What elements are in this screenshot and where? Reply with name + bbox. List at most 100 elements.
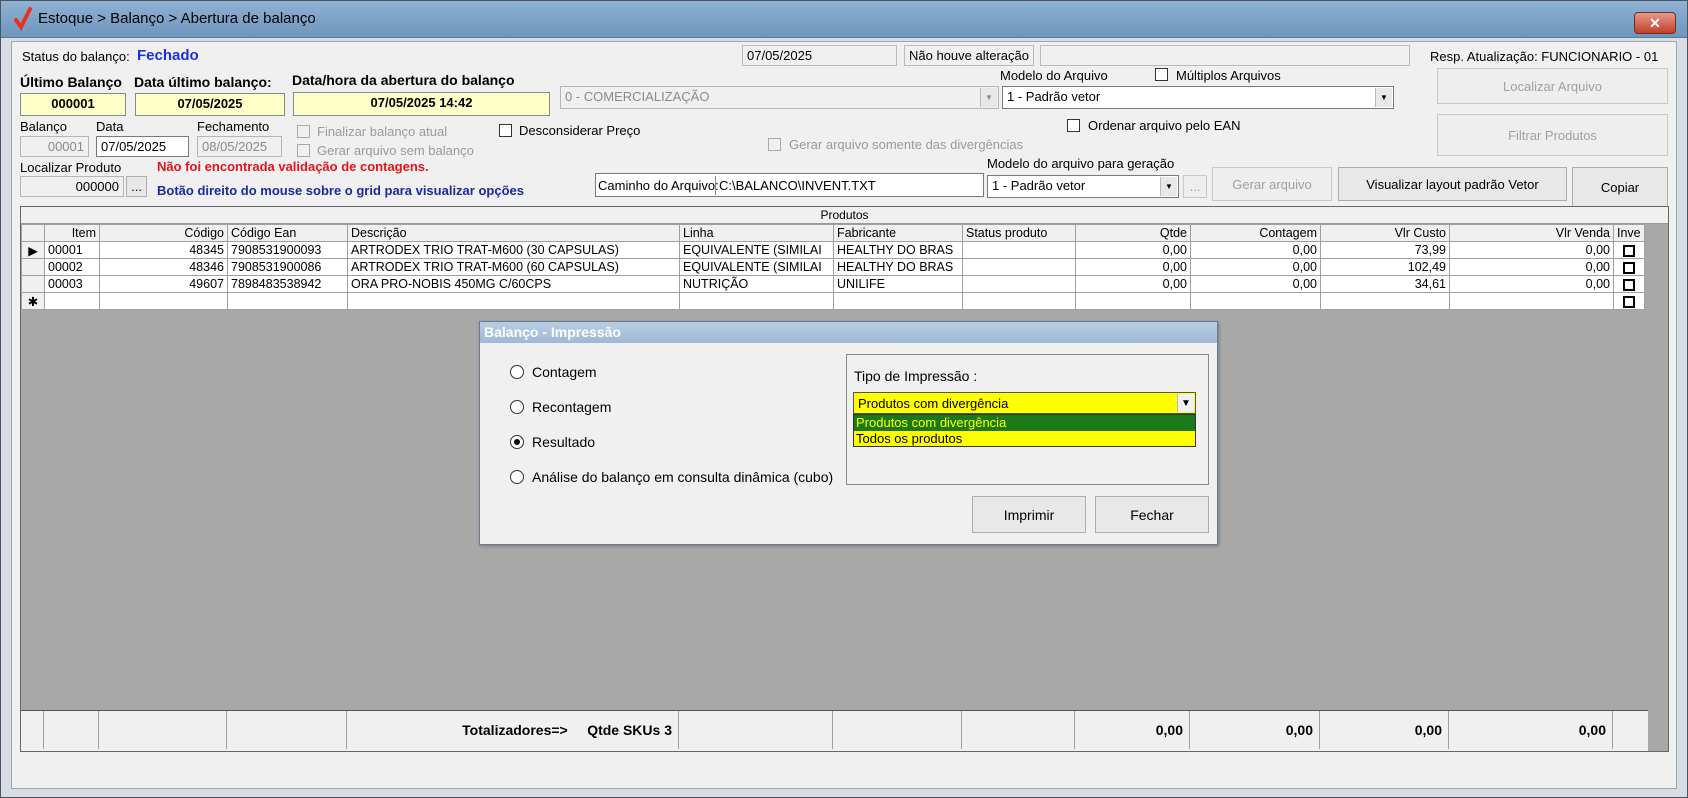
cell[interactable]: HEALTHY DO BRAS [833,241,963,259]
cell[interactable]: ORA PRO-NOBIS 450MG C/60CPS [347,275,680,293]
table-row[interactable]: ▶ 00001 48345 7908531900093 ARTRODEX TRI… [21,241,1645,259]
grid-header-row: Item Código Código Ean Descrição Linha F… [21,224,1645,242]
cell[interactable] [962,241,1076,259]
multiplos-arquivos-checkbox[interactable] [1155,68,1168,81]
cell[interactable]: 7908531900086 [227,258,348,276]
cell[interactable] [347,292,680,310]
cell[interactable]: 0,00 [1190,275,1321,293]
modelo-arquivo-combo[interactable]: 1 - Padrão vetor ▼ [1002,86,1394,109]
modelo-geracao-combo[interactable]: 1 - Padrão vetor ▼ [987,175,1179,198]
cell[interactable]: 48345 [99,241,228,259]
cell[interactable]: ARTRODEX TRIO TRAT-M600 (60 CAPSULAS) [347,258,680,276]
cell[interactable]: 00003 [44,275,100,293]
dropdown-option[interactable]: Todos os produtos [854,431,1195,447]
cell[interactable]: UNILIFE [833,275,963,293]
cell[interactable] [679,292,834,310]
copiar-button[interactable]: Copiar [1572,167,1668,207]
cell[interactable]: HEALTHY DO BRAS [833,258,963,276]
modelo-geracao-browse-button[interactable]: ... [1183,175,1207,198]
cell[interactable]: 102,49 [1320,258,1450,276]
table-row[interactable]: 00003 49607 7898483538942 ORA PRO-NOBIS … [21,275,1645,293]
column-header[interactable]: Contagem [1190,224,1321,242]
table-row[interactable]: 00002 48346 7908531900086 ARTRODEX TRIO … [21,258,1645,276]
caminho-arquivo-value[interactable]: C:\BALANCO\INVENT.TXT [715,176,982,195]
inventario-checkbox[interactable] [1622,295,1635,308]
resultado-radio[interactable] [510,435,524,449]
gerar-arquivo-button[interactable]: Gerar arquivo [1212,167,1332,201]
cell[interactable] [99,292,228,310]
inventario-checkbox[interactable] [1622,261,1635,274]
localizar-produto-field[interactable]: 000000 [20,176,124,197]
cell[interactable]: 0,00 [1190,258,1321,276]
analise-cubo-radio[interactable] [510,470,524,484]
imprimir-button[interactable]: Imprimir [972,496,1086,533]
cell[interactable] [1075,292,1191,310]
dropdown-option[interactable]: Produtos com divergência [854,415,1195,431]
localizar-produto-button[interactable]: ... [126,176,147,197]
inventario-checkbox[interactable] [1622,244,1635,257]
cell[interactable]: 7898483538942 [227,275,348,293]
cell[interactable]: ARTRODEX TRIO TRAT-M600 (30 CAPSULAS) [347,241,680,259]
cell[interactable] [1449,292,1614,310]
cell[interactable] [962,275,1076,293]
cell[interactable]: 7908531900093 [227,241,348,259]
cell[interactable] [1190,292,1321,310]
finalizar-checkbox[interactable] [297,125,310,138]
modelo-geracao-value: 1 - Padrão vetor [992,178,1086,193]
column-header[interactable]: Qtde [1075,224,1191,242]
visualizar-layout-button[interactable]: Visualizar layout padrão Vetor [1338,167,1567,201]
cell[interactable]: 0,00 [1449,258,1614,276]
column-header[interactable]: Descrição [347,224,680,242]
gerar-sem-balanco-checkbox[interactable] [297,144,310,157]
close-button[interactable]: ✕ [1634,12,1676,34]
desconsiderar-preco-checkbox[interactable] [499,124,512,137]
cell[interactable]: EQUIVALENTE (SIMILAI [679,241,834,259]
column-header[interactable]: Vlr Venda [1449,224,1614,242]
cell[interactable]: 34,61 [1320,275,1450,293]
column-header[interactable]: Fabricante [833,224,963,242]
localizar-arquivo-button[interactable]: Localizar Arquivo [1437,68,1668,104]
cell[interactable]: 0,00 [1449,241,1614,259]
fechar-button[interactable]: Fechar [1095,496,1209,533]
cell[interactable]: EQUIVALENTE (SIMILAI [679,258,834,276]
balanco-field: 00001 [20,136,89,157]
cell[interactable]: 00002 [44,258,100,276]
cell[interactable] [833,292,963,310]
column-header[interactable]: Inve [1613,224,1645,242]
column-header[interactable]: Código Ean [227,224,348,242]
contagem-radio[interactable] [510,365,524,379]
column-header[interactable]: Status produto [962,224,1076,242]
tipo-balanco-combo[interactable]: 0 - COMERCIALIZAÇÃO ▼ [560,86,999,109]
ordenar-ean-checkbox[interactable] [1067,119,1080,132]
cell[interactable]: 0,00 [1075,241,1191,259]
cell[interactable] [1320,292,1450,310]
column-header[interactable]: Vlr Custo [1320,224,1450,242]
cell[interactable]: 0,00 [1075,275,1191,293]
status-label: Status do balanço: [22,49,130,64]
cell[interactable]: 0,00 [1449,275,1614,293]
cell[interactable]: 00001 [44,241,100,259]
cell[interactable] [44,292,100,310]
filtrar-produtos-button[interactable]: Filtrar Produtos [1437,114,1668,156]
column-header[interactable]: Linha [679,224,834,242]
cell[interactable] [962,292,1076,310]
cell[interactable] [227,292,348,310]
totals-cell [21,711,44,749]
data-field[interactable]: 07/05/2025 [96,136,189,157]
grid-caption: Produtos [21,207,1668,224]
chevron-down-icon[interactable]: ▼ [1177,394,1194,412]
cell[interactable]: 73,99 [1320,241,1450,259]
cell[interactable]: 0,00 [1075,258,1191,276]
gerar-divergencias-checkbox[interactable] [768,138,781,151]
column-header[interactable]: Código [99,224,228,242]
cell[interactable]: 0,00 [1190,241,1321,259]
column-header[interactable]: Item [44,224,100,242]
cell[interactable]: 49607 [99,275,228,293]
recontagem-radio[interactable] [510,400,524,414]
cell[interactable]: 48346 [99,258,228,276]
tipo-impressao-combo[interactable]: Produtos com divergência ▼ [853,392,1196,414]
inventario-checkbox[interactable] [1622,278,1635,291]
cell[interactable] [962,258,1076,276]
cell[interactable]: NUTRIÇÃO [679,275,834,293]
new-row[interactable]: ✱ [21,292,1645,310]
